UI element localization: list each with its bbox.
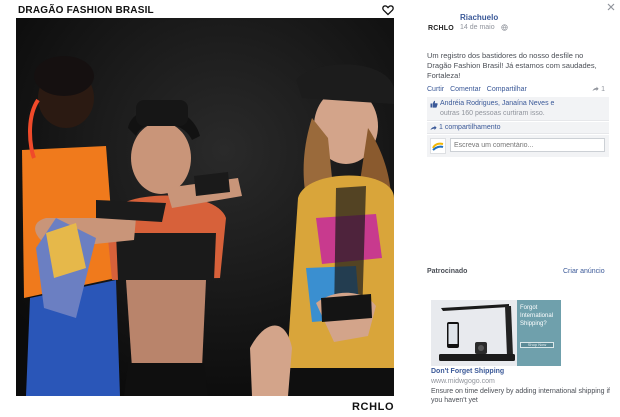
share-arrow-icon — [592, 86, 599, 91]
share-count-badge: 1 — [592, 86, 605, 93]
reaction-others-link[interactable]: outras 160 pessoas curtiram isso. — [440, 110, 545, 117]
shares-summary: 1 compartilhamento — [427, 122, 609, 134]
ad-url: www.midwgogo.com — [431, 378, 495, 385]
globe-icon — [501, 24, 508, 31]
riachuelo-avatar-icon — [432, 142, 444, 151]
comment-button[interactable]: Comentar — [450, 86, 481, 93]
reaction-names-link[interactable]: Andréia Rodrigues, Janaína Neves e — [440, 100, 554, 107]
page-name-link[interactable]: Riachuelo — [460, 13, 498, 22]
photo-header: DRAGÃO FASHION BRASIL — [16, 4, 398, 18]
page-avatar[interactable]: RCHLO — [427, 18, 455, 38]
comment-composer — [427, 135, 609, 157]
ad-overlay-text: Forgot International Shipping? — [520, 305, 554, 327]
heart-icon[interactable] — [382, 4, 394, 16]
ad-description: Ensure on time delivery by adding intern… — [431, 388, 610, 404]
post-timestamp[interactable]: 14 de maio — [460, 24, 495, 31]
album-title: DRAGÃO FASHION BRASIL — [18, 5, 154, 16]
reactions-summary: Andréia Rodrigues, Janaína Neves e outra… — [427, 97, 609, 121]
user-avatar — [430, 138, 446, 154]
main-photo[interactable] — [16, 18, 394, 396]
ad-title-link[interactable]: Don't Forget Shipping — [431, 368, 504, 375]
post-actions: Curtir Comentar Compartilhar 1 — [427, 86, 609, 96]
post-text: Um registro dos bastidores do nosso desf… — [427, 51, 597, 80]
like-icon — [430, 100, 438, 108]
share-button[interactable]: Compartilhar — [487, 86, 527, 93]
ad-image[interactable]: Forgot International Shipping? Shop Now — [431, 300, 561, 366]
share-count: 1 — [601, 86, 605, 93]
brand-footer-logo: RCHLO — [352, 401, 395, 413]
like-button[interactable]: Curtir — [427, 86, 444, 93]
ad-product-photo — [431, 300, 517, 366]
fashion-backstage-photo — [16, 18, 394, 396]
ad-cta-chip: Shop Now — [520, 342, 554, 348]
lamp-phone-illustration — [431, 300, 517, 366]
share-icon — [430, 125, 437, 130]
ad-banner-panel: Forgot International Shipping? Shop Now — [517, 300, 561, 366]
comment-input[interactable] — [450, 138, 605, 152]
sponsored-label: Patrocinado — [427, 268, 468, 275]
close-icon[interactable] — [606, 2, 616, 12]
create-ad-link[interactable]: Criar anúncio — [563, 268, 605, 275]
shares-link[interactable]: 1 compartilhamento — [439, 124, 500, 131]
